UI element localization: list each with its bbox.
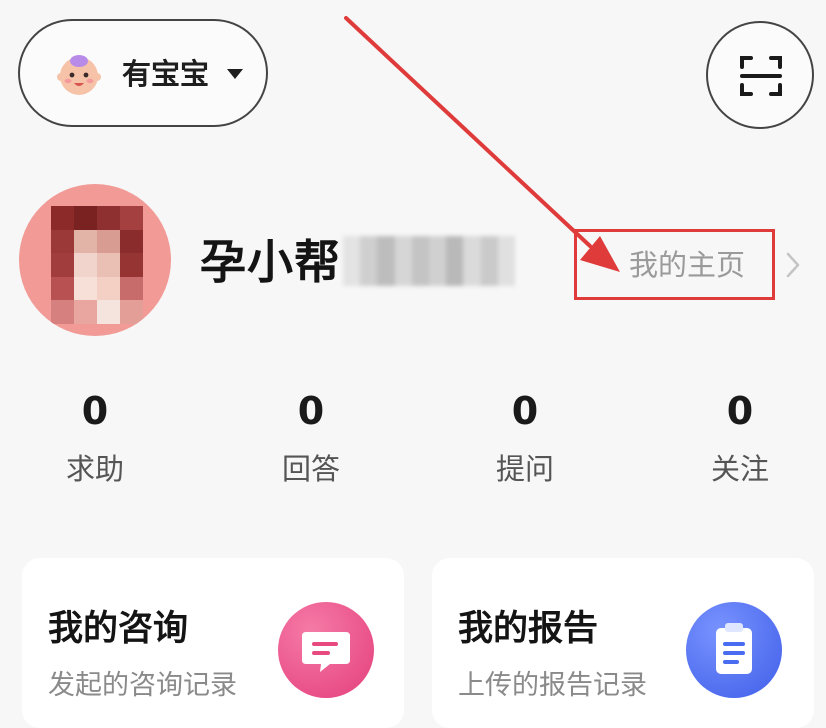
scan-button[interactable] [706, 21, 814, 129]
stat-questions[interactable]: 0 提问 [465, 386, 585, 488]
user-name: 孕小帮 [200, 235, 341, 289]
baby-face-icon [57, 55, 101, 95]
stat-answers[interactable]: 0 回答 [251, 386, 371, 488]
card-title: 我的咨询 [48, 609, 189, 649]
stat-following[interactable]: 0 关注 [680, 386, 800, 488]
stat-help-value: 0 [81, 389, 109, 433]
stat-following-label: 关注 [710, 452, 769, 486]
stat-answers-value: 0 [297, 389, 325, 433]
clipboard-icon [686, 602, 782, 698]
card-title: 我的报告 [458, 609, 599, 649]
baby-status-selector[interactable]: 有宝宝 [18, 19, 268, 127]
stat-questions-label: 提问 [495, 452, 554, 486]
avatar-pixelated-photo [51, 206, 143, 324]
stat-following-value: 0 [726, 389, 754, 433]
stat-help[interactable]: 0 求助 [35, 386, 155, 488]
my-consultations-card[interactable]: 我的咨询 发起的咨询记录 [22, 558, 404, 728]
obscured-name-suffix [343, 236, 516, 286]
caret-down-icon [227, 69, 243, 79]
chat-bubble-icon [278, 602, 374, 698]
my-homepage-link[interactable]: 我的主页 [574, 229, 775, 300]
stat-answers-label: 回答 [281, 452, 340, 486]
scan-icon [740, 56, 782, 96]
chevron-right-icon[interactable] [785, 251, 801, 279]
card-subtitle: 发起的咨询记录 [48, 670, 237, 701]
my-reports-card[interactable]: 我的报告 上传的报告记录 [432, 558, 814, 728]
stat-questions-value: 0 [511, 389, 539, 433]
card-subtitle: 上传的报告记录 [458, 670, 647, 701]
my-homepage-label: 我的主页 [629, 248, 746, 282]
user-avatar[interactable] [19, 184, 171, 336]
baby-status-label: 有宝宝 [122, 57, 210, 91]
stat-help-label: 求助 [65, 452, 124, 486]
